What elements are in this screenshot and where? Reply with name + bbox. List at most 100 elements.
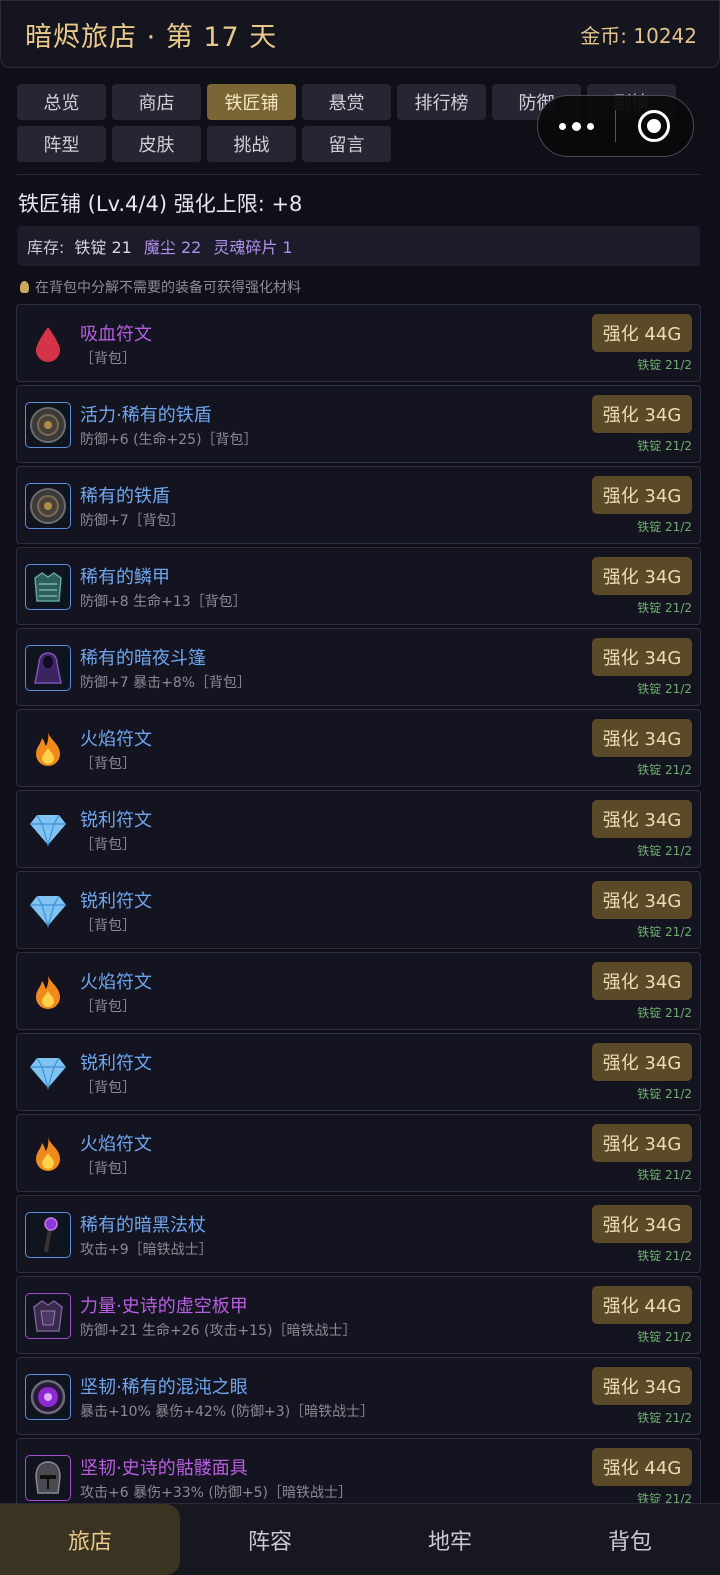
item-desc: ［背包］ [80, 837, 136, 853]
list-item: 坚韧·稀有的混沌之眼 暴击+10% 暴伤+42% (防御+3)［暗铁战士］ 强化… [16, 1357, 701, 1435]
list-item: 力量·史诗的虚空板甲 防御+21 生命+26 (攻击+15)［暗铁战士］ 强化 … [16, 1276, 701, 1354]
item-name: 锐利符文 [80, 810, 152, 831]
iron-count: 铁锭 21 [74, 238, 132, 257]
enhance-button[interactable]: 强化 34G [592, 557, 692, 595]
lightbulb-icon [20, 281, 29, 293]
dark-cloak-icon [25, 645, 71, 691]
fire-icon [25, 1131, 71, 1177]
enhance-button[interactable]: 强化 34G [592, 1124, 692, 1162]
miniprogram-capsule [537, 95, 694, 157]
enhance-button[interactable]: 强化 34G [592, 638, 692, 676]
item-name: 坚韧·史诗的骷髅面具 [80, 1458, 248, 1479]
item-desc: 防御+8 生命+13［背包］ [80, 594, 247, 610]
tab-shop[interactable]: 商店 [112, 84, 201, 120]
list-item: 火焰符文 ［背包］ 强化 34G 铁锭 21/2 [16, 709, 701, 787]
nav-backpack[interactable]: 背包 [540, 1504, 720, 1575]
enhance-button[interactable]: 强化 34G [592, 719, 692, 757]
nav-dungeon[interactable]: 地牢 [360, 1504, 540, 1575]
requirement-text: 铁锭 21/2 [637, 601, 692, 615]
tab-formation[interactable]: 阵型 [17, 126, 106, 162]
tip-text: 在背包中分解不需要的装备可获得强化材料 [20, 277, 301, 297]
item-desc: ［背包］ [80, 1080, 136, 1096]
list-item: 火焰符文 ［背包］ 强化 34G 铁锭 21/2 [16, 1114, 701, 1192]
enhance-button[interactable]: 强化 44G [592, 314, 692, 352]
item-name: 力量·史诗的虚空板甲 [80, 1296, 248, 1317]
diamond-icon [25, 1050, 71, 1096]
chaos-eye-icon [25, 1374, 71, 1420]
enhance-button[interactable]: 强化 34G [592, 395, 692, 433]
tab-challenge[interactable]: 挑战 [207, 126, 296, 162]
requirement-text: 铁锭 21/2 [637, 1006, 692, 1020]
list-item: 锐利符文 ［背包］ 强化 34G 铁锭 21/2 [16, 871, 701, 949]
stock-label: 库存: [27, 238, 65, 257]
item-desc: 攻击+9［暗铁战士］ [80, 1242, 213, 1258]
list-item: 稀有的鳞甲 防御+8 生命+13［背包］ 强化 34G 铁锭 21/2 [16, 547, 701, 625]
item-name: 坚韧·稀有的混沌之眼 [80, 1377, 248, 1398]
fire-icon [25, 969, 71, 1015]
shield-icon [25, 483, 71, 529]
item-desc: ［背包］ [80, 999, 136, 1015]
enhance-button[interactable]: 强化 44G [592, 1286, 692, 1324]
more-menu-button[interactable] [538, 121, 615, 131]
item-name: 稀有的暗夜斗篷 [80, 648, 206, 669]
tab-leaderboard[interactable]: 排行榜 [397, 84, 486, 120]
enhance-button[interactable]: 强化 44G [592, 1448, 692, 1486]
tab-blacksmith[interactable]: 铁匠铺 [207, 84, 296, 120]
item-name: 稀有的暗黑法杖 [80, 1215, 206, 1236]
enhance-button[interactable]: 强化 34G [592, 476, 692, 514]
tab-overview[interactable]: 总览 [17, 84, 106, 120]
requirement-text: 铁锭 21/2 [637, 520, 692, 534]
requirement-text: 铁锭 21/2 [637, 358, 692, 372]
requirement-text: 铁锭 21/2 [637, 844, 692, 858]
enhance-button[interactable]: 强化 34G [592, 962, 692, 1000]
requirement-text: 铁锭 21/2 [637, 1249, 692, 1263]
blacksmith-title: 铁匠铺 (Lv.4/4) 强化上限: +8 [18, 192, 303, 216]
item-desc: 暴击+10% 暴伤+42% (防御+3)［暗铁战士］ [80, 1404, 375, 1420]
item-desc: ［背包］ [80, 1161, 136, 1177]
list-item: 锐利符文 ［背包］ 强化 34G 铁锭 21/2 [16, 1033, 701, 1111]
tab-messages[interactable]: 留言 [302, 126, 391, 162]
requirement-text: 铁锭 21/2 [637, 1411, 692, 1425]
tab-skins[interactable]: 皮肤 [112, 126, 201, 162]
enhance-button[interactable]: 强化 34G [592, 1205, 692, 1243]
item-desc: 防御+7［背包］ [80, 513, 185, 529]
list-item: 稀有的铁盾 防御+7［背包］ 强化 34G 铁锭 21/2 [16, 466, 701, 544]
scale-armor-icon [25, 564, 71, 610]
blood-drop-icon [25, 321, 71, 367]
list-item: 锐利符文 ［背包］ 强化 34G 铁锭 21/2 [16, 790, 701, 868]
soul-count: 灵魂碎片 1 [213, 238, 293, 257]
close-miniprogram-button[interactable] [616, 110, 693, 142]
bottom-nav: 旅店 阵容 地牢 背包 [0, 1503, 720, 1575]
diamond-icon [25, 888, 71, 934]
item-name: 火焰符文 [80, 1134, 152, 1155]
item-name: 火焰符文 [80, 729, 152, 750]
more-dots-icon [559, 122, 566, 130]
item-name: 活力·稀有的铁盾 [80, 405, 212, 426]
page-title: 暗烬旅店 · 第 17 天 [25, 21, 278, 53]
item-name: 锐利符文 [80, 891, 152, 912]
item-name: 稀有的铁盾 [80, 486, 170, 507]
enhance-button[interactable]: 强化 34G [592, 1043, 692, 1081]
enhance-button[interactable]: 强化 34G [592, 1367, 692, 1405]
item-desc: ［背包］ [80, 351, 136, 367]
requirement-text: 铁锭 21/2 [637, 682, 692, 696]
skull-mask-icon [25, 1455, 71, 1501]
item-name: 锐利符文 [80, 1053, 152, 1074]
item-name: 火焰符文 [80, 972, 152, 993]
item-desc: ［背包］ [80, 756, 136, 772]
item-desc: 防御+6 (生命+25)［背包］ [80, 432, 258, 448]
enhance-button[interactable]: 强化 34G [592, 800, 692, 838]
nav-lineup[interactable]: 阵容 [180, 1504, 360, 1575]
nav-inn[interactable]: 旅店 [0, 1504, 180, 1575]
staff-icon [25, 1212, 71, 1258]
shield-icon [25, 402, 71, 448]
requirement-text: 铁锭 21/2 [637, 925, 692, 939]
enhance-button[interactable]: 强化 34G [592, 881, 692, 919]
fire-icon [25, 726, 71, 772]
divider [17, 174, 700, 175]
target-icon [638, 110, 671, 142]
item-desc: 防御+7 暴击+8%［背包］ [80, 675, 252, 691]
list-item: 稀有的暗黑法杖 攻击+9［暗铁战士］ 强化 34G 铁锭 21/2 [16, 1195, 701, 1273]
list-item: 吸血符文 ［背包］ 强化 44G 铁锭 21/2 [16, 304, 701, 382]
tab-bounty[interactable]: 悬赏 [302, 84, 391, 120]
